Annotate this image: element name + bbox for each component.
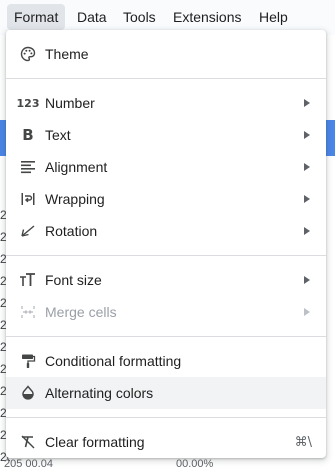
menu-item-label: Alignment [45, 159, 108, 175]
menu-item-label: Theme [45, 46, 89, 62]
submenu-arrow-icon [302, 161, 312, 173]
merge-cells-icon [18, 302, 38, 322]
submenu-arrow-icon [302, 129, 312, 141]
menu-item-label: Font size [45, 272, 102, 288]
menu-item-font-size[interactable]: Font size [6, 264, 326, 296]
menu-item-label: Clear formatting [45, 434, 145, 450]
paint-roller-icon [18, 351, 38, 371]
menu-item-theme[interactable]: Theme [6, 38, 326, 70]
menu-item-label: Number [45, 95, 95, 111]
font-size-icon [18, 270, 38, 290]
menu-item-wrapping[interactable]: Wrapping [6, 183, 326, 215]
menu-tools[interactable]: Tools [116, 4, 163, 30]
menu-item-label: Merge cells [45, 304, 117, 320]
menu-item-clear-formatting[interactable]: Clear formatting ⌘\ [6, 426, 326, 458]
menu-item-rotation[interactable]: Rotation [6, 215, 326, 247]
menu-separator [6, 417, 326, 418]
menu-item-label: Text [45, 127, 71, 143]
menu-help[interactable]: Help [252, 4, 295, 30]
palette-icon [18, 44, 38, 64]
menu-data[interactable]: Data [70, 4, 114, 30]
color-drop-icon [18, 383, 38, 403]
menu-item-text[interactable]: B Text [6, 119, 326, 151]
menu-item-number[interactable]: 123 Number [6, 87, 326, 119]
menu-item-alignment[interactable]: Alignment [6, 151, 326, 183]
menu-item-label: Wrapping [45, 191, 105, 207]
text-wrap-icon [18, 189, 38, 209]
menu-separator [6, 78, 326, 79]
submenu-arrow-icon [302, 97, 312, 109]
submenu-arrow-icon [302, 193, 312, 205]
partial-row: 205 00.04 00.00% [0, 458, 335, 470]
bold-icon: B [22, 126, 34, 144]
number-format-icon: 123 [16, 96, 40, 110]
menu-extensions[interactable]: Extensions [166, 4, 248, 30]
partial-cell-left: 205 00.04 [4, 458, 53, 470]
clear-formatting-icon [18, 432, 38, 452]
menu-item-label: Rotation [45, 223, 98, 239]
format-menu-dropdown: Theme 123 Number B Text Alignment Wrappi… [6, 30, 326, 458]
keyboard-shortcut: ⌘\ [294, 434, 312, 450]
submenu-arrow-icon [302, 306, 312, 318]
text-rotation-icon [18, 221, 38, 241]
header-cell-right [326, 120, 335, 156]
submenu-arrow-icon [302, 225, 312, 237]
partial-cell-right: 00.00% [176, 458, 214, 470]
menu-format[interactable]: Format [7, 4, 66, 30]
menu-separator [6, 255, 326, 256]
menu-item-merge-cells: Merge cells [6, 296, 326, 328]
menu-item-alternating-colors[interactable]: Alternating colors [6, 377, 326, 409]
submenu-arrow-icon [302, 274, 312, 286]
menu-item-label: Conditional formatting [45, 353, 182, 369]
align-left-icon [18, 157, 38, 177]
menu-item-conditional-formatting[interactable]: Conditional formatting [6, 345, 326, 377]
menu-separator [6, 336, 326, 337]
menu-item-label: Alternating colors [45, 385, 154, 401]
